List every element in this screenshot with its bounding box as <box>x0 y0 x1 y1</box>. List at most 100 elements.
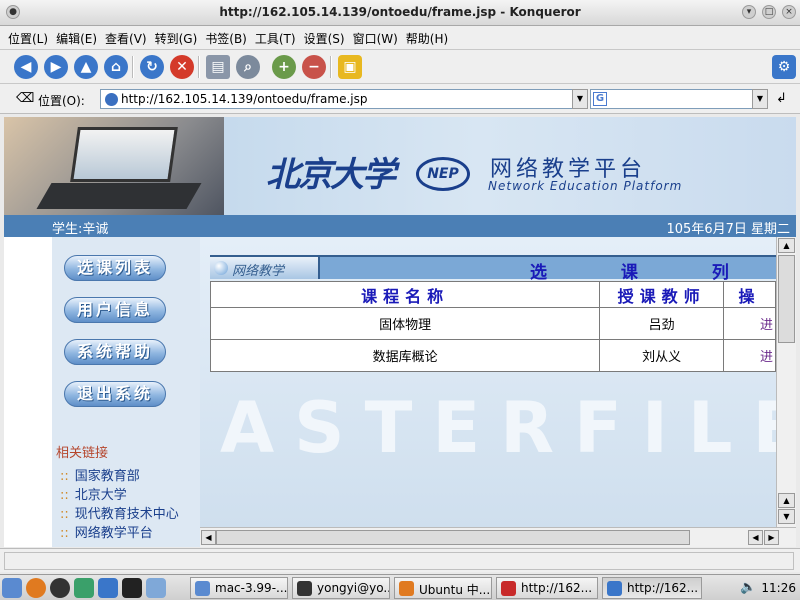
terminal-icon[interactable] <box>122 578 142 598</box>
menu-view[interactable]: 查看(V) <box>97 26 147 47</box>
window-title: http://162.105.14.139/ontoedu/frame.jsp … <box>219 5 581 19</box>
vertical-scroll-thumb[interactable] <box>778 255 795 343</box>
link-pku[interactable]: :: 北京大学 <box>60 484 127 503</box>
nav-user-info-button[interactable]: 用户信息 <box>64 297 166 323</box>
web-page: 北京大学 NEP 网络教学平台 Network Education Platfo… <box>4 117 796 547</box>
course-teacher: 吕劲 <box>599 307 724 340</box>
security-lock-icon[interactable]: ▣ <box>338 55 362 79</box>
search-input[interactable]: G <box>590 89 766 109</box>
link-nep[interactable]: :: 网络教学平台 <box>60 522 153 541</box>
menu-bar: 位置(L) 编辑(E) 查看(V) 转到(G) 书签(B) 工具(T) 设置(S) 窗口(W)… <box>0 26 800 50</box>
horizontal-scrollbar[interactable]: ◀ ◀ ▶ <box>200 527 796 547</box>
menu-help[interactable]: 帮助(H) <box>398 26 448 47</box>
volume-icon[interactable]: 🔈 <box>740 580 756 595</box>
search-engine-icon[interactable]: G <box>593 92 607 106</box>
course-name: 数据库概论 <box>209 339 601 372</box>
print-icon[interactable]: ▤ <box>206 55 230 79</box>
go-icon[interactable]: ↲ <box>776 91 787 106</box>
sidebar: 选课列表 用户信息 系统帮助 退出系统 相关链接 :: 国家教育部 :: 北京大学 … <box>52 237 200 547</box>
user-info-bar: 学生:辛诚 105年6月7日 星期二 <box>4 215 796 237</box>
menu-go[interactable]: 转到(G) <box>147 26 198 47</box>
clock[interactable]: 11:26 <box>761 581 796 595</box>
desktop-icon[interactable] <box>98 578 118 598</box>
enter-course-link[interactable]: 进 <box>723 339 776 372</box>
nav-logout-button[interactable]: 退出系统 <box>64 381 166 407</box>
back-icon[interactable]: ◀ <box>14 55 38 79</box>
laptop-photo <box>4 117 224 215</box>
student-name: 学生:辛诚 <box>52 222 109 237</box>
table-row: 固体物理 吕劲 进 <box>209 307 776 340</box>
task-browser-1[interactable]: http://162... <box>496 577 598 599</box>
course-teacher: 刘从义 <box>599 339 724 372</box>
users-icon[interactable] <box>74 578 94 598</box>
menu-location[interactable]: 位置(L) <box>0 26 48 47</box>
tab-label: 网络教学 <box>210 257 320 279</box>
maximize-button[interactable]: □ <box>762 5 776 19</box>
task-firefox[interactable]: Ubuntu 中... <box>394 577 492 599</box>
menu-window[interactable]: 窗口(W) <box>345 26 398 47</box>
clear-location-icon[interactable]: ⌫ <box>16 91 34 106</box>
enter-course-link[interactable]: 进 <box>723 307 776 340</box>
zoom-out-icon[interactable]: − <box>302 55 326 79</box>
url-text: http://162.105.14.139/ontoedu/frame.jsp <box>121 92 368 106</box>
globe-icon <box>214 261 228 275</box>
column-header: 课程名称 <box>209 281 601 308</box>
menu-bookmarks[interactable]: 书签(B) <box>197 26 247 47</box>
scroll-down-icon[interactable]: ▼ <box>778 509 795 524</box>
stop-icon[interactable]: ✕ <box>170 55 194 79</box>
menu-tools[interactable]: 工具(T) <box>247 26 296 47</box>
up-icon[interactable]: ▲ <box>74 55 98 79</box>
site-banner: 北京大学 NEP 网络教学平台 Network Education Platfo… <box>4 117 796 215</box>
university-logo-text: 北京大学 <box>266 155 396 195</box>
link-edu-tech-center[interactable]: :: 现代教育技术中心 <box>60 503 179 522</box>
minimize-button[interactable]: ▾ <box>742 5 756 19</box>
related-links-title: 相关链接 <box>56 446 109 461</box>
url-input[interactable]: http://162.105.14.139/ontoedu/frame.jsp <box>100 89 586 109</box>
vertical-scrollbar[interactable]: ▲ ▲ ▼ <box>776 237 796 527</box>
menu-settings[interactable]: 设置(S) <box>296 26 345 47</box>
background-watermark: ASTERFILE <box>220 387 796 469</box>
konqueror-window: ● http://162.105.14.139/ontoedu/frame.js… <box>0 0 800 600</box>
task-terminal[interactable]: yongyi@yo... <box>292 577 390 599</box>
scroll-left-icon[interactable]: ◀ <box>201 530 216 545</box>
nav-course-list-button[interactable]: 选课列表 <box>64 255 166 281</box>
page-favicon-icon <box>105 93 118 106</box>
column-header: 操 <box>723 281 776 308</box>
title-bar[interactable]: ● http://162.105.14.139/ontoedu/frame.js… <box>0 0 800 26</box>
firefox-icon[interactable] <box>26 578 46 598</box>
konqueror-launcher-icon[interactable] <box>146 578 166 598</box>
scroll-up-icon[interactable]: ▲ <box>778 493 795 508</box>
status-text-field <box>4 552 794 570</box>
task-mac[interactable]: mac-3.99-... <box>190 577 288 599</box>
column-header: 授课教师 <box>599 281 724 308</box>
course-table: 课程名称 授课教师 操 固体物理 吕劲 进 数据库概论 刘从义 进 <box>209 281 776 372</box>
konqueror-gear-icon[interactable]: ⚙ <box>772 55 796 79</box>
horizontal-scroll-thumb[interactable] <box>216 530 690 545</box>
search-icon[interactable]: ⌕ <box>236 55 260 79</box>
main-content: ASTERFILE 网络教学 选 课 列 表 课程名称 授课教师 操 固体物理 … <box>200 237 796 527</box>
link-moe[interactable]: :: 国家教育部 <box>60 465 140 484</box>
menu-edit[interactable]: 编辑(E) <box>48 26 97 47</box>
search-dropdown[interactable]: ▼ <box>752 89 768 109</box>
course-name: 固体物理 <box>209 307 601 340</box>
scroll-left-icon[interactable]: ◀ <box>748 530 763 545</box>
location-bar: ⌫ 位置(O): http://162.105.14.139/ontoedu/f… <box>0 84 800 114</box>
status-bar <box>0 548 800 572</box>
zoom-in-icon[interactable]: + <box>272 55 296 79</box>
taskbar: mac-3.99-... yongyi@yo... Ubuntu 中... ht… <box>0 574 800 600</box>
home-icon[interactable]: ⌂ <box>104 55 128 79</box>
reload-icon[interactable]: ↻ <box>140 55 164 79</box>
task-browser-2[interactable]: http://162... <box>602 577 702 599</box>
forward-icon[interactable]: ▶ <box>44 55 68 79</box>
kmenu-icon[interactable] <box>2 578 22 598</box>
url-history-dropdown[interactable]: ▼ <box>572 89 588 109</box>
nep-logo: NEP <box>416 157 470 191</box>
qq-icon[interactable] <box>50 578 70 598</box>
nav-help-button[interactable]: 系统帮助 <box>64 339 166 365</box>
scroll-right-icon[interactable]: ▶ <box>764 530 779 545</box>
platform-title-en: Network Education Platform <box>488 179 683 193</box>
location-label: 位置(O): <box>38 94 85 108</box>
main-toolbar: ◀ ▶ ▲ ⌂ ↻ ✕ ▤ ⌕ + − ▣ ⚙ <box>0 50 800 84</box>
close-button[interactable]: × <box>782 5 796 19</box>
scroll-up-icon[interactable]: ▲ <box>778 238 795 253</box>
